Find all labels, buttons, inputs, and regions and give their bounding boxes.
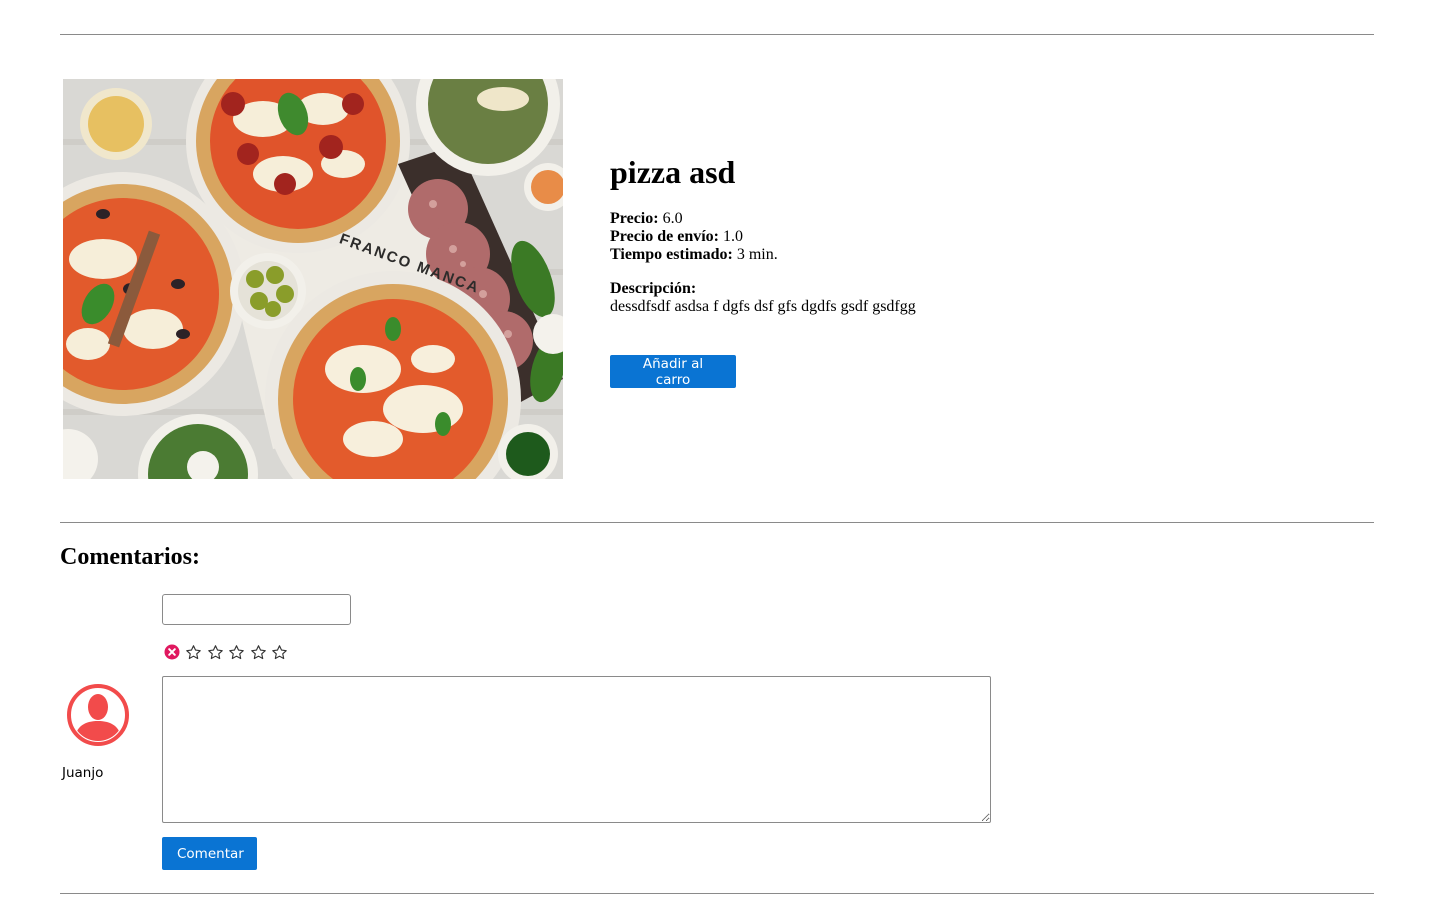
user-avatar-icon	[67, 684, 129, 746]
price-value: 6.0	[662, 210, 683, 227]
description-value: dessdfsdf asdsa f dgfs dsf gfs dgdfs gsd…	[610, 298, 916, 315]
product-info: pizza asd Precio: 6.0 Precio de envío: 1…	[610, 150, 1370, 316]
clear-rating-icon[interactable]	[164, 644, 180, 660]
product-image: FRANCO MANCA	[63, 79, 563, 479]
time-label: Tiempo estimado:	[610, 246, 733, 263]
price-label: Precio:	[610, 210, 659, 227]
product-meta: Precio: 6.0 Precio de envío: 1.0 Tiempo …	[610, 210, 1370, 264]
star-3-icon[interactable]	[228, 644, 245, 661]
shipping-label: Precio de envío:	[610, 228, 720, 245]
star-4-icon[interactable]	[250, 644, 267, 661]
top-divider	[60, 34, 1374, 35]
star-5-icon[interactable]	[271, 644, 288, 661]
bottom-divider	[60, 893, 1374, 894]
add-to-cart-button[interactable]: Añadir al carro	[610, 355, 736, 388]
comment-user-name: Juanjo	[62, 765, 104, 781]
star-1-icon[interactable]	[185, 644, 202, 661]
rating-selector[interactable]	[164, 642, 293, 662]
star-2-icon[interactable]	[207, 644, 224, 661]
comment-title-input[interactable]	[162, 594, 351, 625]
product-description: Descripción: dessdfsdf asdsa f dgfs dsf …	[610, 280, 1370, 316]
shipping-row: Precio de envío: 1.0	[610, 228, 1370, 246]
section-divider	[60, 522, 1374, 523]
time-row: Tiempo estimado: 3 min.	[610, 246, 1370, 264]
comments-heading: Comentarios:	[60, 544, 200, 570]
time-value: 3 min.	[736, 246, 778, 263]
description-label: Descripción:	[610, 280, 697, 297]
comment-textarea[interactable]	[162, 676, 991, 823]
product-title: pizza asd	[610, 154, 736, 190]
shipping-value: 1.0	[723, 228, 744, 245]
submit-comment-button[interactable]: Comentar	[162, 837, 257, 870]
price-row: Precio: 6.0	[610, 210, 1370, 228]
